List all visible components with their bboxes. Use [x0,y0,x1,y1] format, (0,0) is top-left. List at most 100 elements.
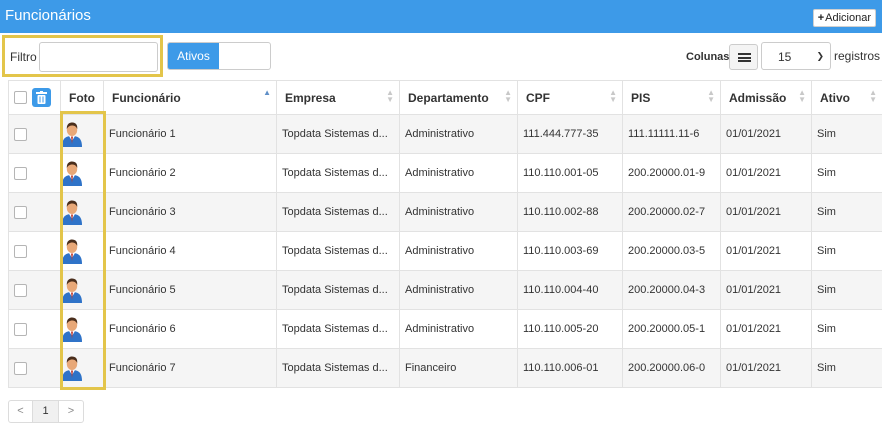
row-select-cell [8,192,61,232]
table-row[interactable]: Funcionário 6 Topdata Sistemas d... Admini… [8,309,882,349]
sort-icon: ▲ ▼ [609,88,617,104]
cell-pis: 200.20000.01-9 [622,153,721,193]
cell-admissao: 01/01/2021 [720,192,812,232]
table-header-row: Foto Funcionário ▲ Empresa ▲ ▼ Departamento… [8,80,882,115]
photo-cell [60,309,104,349]
pagination-prev[interactable]: < [9,401,33,422]
columns-button[interactable] [729,44,758,70]
page-size-value: 15 [778,50,792,64]
table-row[interactable]: Funcionário 5 Topdata Sistemas d... Admini… [8,270,882,310]
status-toggle-active[interactable]: Ativos [168,43,219,69]
cell-departamento: Administrativo [399,153,518,193]
row-checkbox[interactable] [14,205,27,219]
cell-ativo: Sim [811,309,882,349]
cell-cpf: 110.110.004-40 [517,270,623,310]
cell-funcionario: Funcionário 6 [103,309,277,349]
column-label-empresa: Empresa [285,90,336,105]
filter-highlight: Filtro [2,35,163,77]
row-select-cell [8,153,61,193]
column-header-foto: Foto [60,80,104,115]
column-header-funcionario[interactable]: Funcionário ▲ [103,80,277,115]
photo-cell [60,153,104,193]
filter-label: Filtro [10,50,37,64]
select-all-header [8,80,61,115]
cell-funcionario: Funcionário 1 [103,114,277,154]
row-select-cell [8,114,61,154]
table-row[interactable]: Funcionário 3 Topdata Sistemas d... Admini… [8,192,882,232]
status-toggle[interactable]: Ativos [167,42,271,70]
plus-icon: + [817,12,825,24]
cell-ativo: Sim [811,231,882,271]
column-header-departamento[interactable]: Departamento ▲ ▼ [399,80,518,115]
table-row[interactable]: Funcionário 1 Topdata Sistemas d... Admini… [8,114,882,154]
pagination: < 1 > [8,400,84,423]
cell-admissao: 01/01/2021 [720,270,812,310]
row-select-cell [8,309,61,349]
filter-input[interactable] [39,42,158,72]
cell-cpf: 110.110.002-88 [517,192,623,232]
column-label-pis: PIS [631,90,651,105]
page-size-suffix: registros [834,49,881,63]
cell-cpf: 110.110.006-01 [517,348,623,388]
row-checkbox[interactable] [14,244,27,258]
cell-cpf: 110.110.005-20 [517,309,623,349]
row-select-cell [8,231,61,271]
cell-pis: 200.20000.06-0 [622,348,721,388]
page-size-select[interactable]: 15 ❯ [761,42,831,70]
row-checkbox[interactable] [14,166,27,180]
row-checkbox[interactable] [14,127,27,141]
row-checkbox[interactable] [14,361,27,375]
cell-admissao: 01/01/2021 [720,231,812,271]
employees-table: Foto Funcionário ▲ Empresa ▲ ▼ Departamento… [8,80,882,388]
page-title: Funcionários [5,7,91,24]
column-label-admissao: Admissão [729,90,787,105]
photo-cell [60,231,104,271]
table-row[interactable]: Funcionário 4 Topdata Sistemas d... Admini… [8,231,882,271]
pagination-next[interactable]: > [59,401,83,422]
delete-selected-button[interactable] [32,88,51,107]
column-header-cpf[interactable]: CPF ▲ ▼ [517,80,623,115]
column-header-admissao[interactable]: Admissão ▲ ▼ [720,80,812,115]
column-header-pis[interactable]: PIS ▲ ▼ [622,80,721,115]
user-avatar-icon [62,122,82,147]
column-label-ativo: Ativo [820,90,850,105]
row-checkbox[interactable] [14,283,27,297]
table-row[interactable]: Funcionário 2 Topdata Sistemas d... Admini… [8,153,882,193]
select-all-checkbox[interactable] [14,91,27,104]
column-label-funcionario: Funcionário [112,90,181,105]
cell-empresa: Topdata Sistemas d... [276,153,400,193]
photo-cell [60,192,104,232]
photo-cell [60,348,104,388]
row-checkbox[interactable] [14,322,27,336]
cell-departamento: Administrativo [399,192,518,232]
sort-icon: ▲ ▼ [386,88,394,104]
pagination-current-page[interactable]: 1 [33,401,59,422]
cell-departamento: Administrativo [399,114,518,154]
cell-cpf: 110.110.001-05 [517,153,623,193]
chevron-down-icon: ❯ [816,51,824,61]
list-icon [738,53,751,62]
columns-label: Colunas: [686,51,734,63]
cell-pis: 200.20000.04-3 [622,270,721,310]
cell-pis: 200.20000.02-7 [622,192,721,232]
cell-departamento: Administrativo [399,309,518,349]
column-label-cpf: CPF [526,90,550,105]
cell-pis: 111.11111.11-6 [622,114,721,154]
user-avatar-icon [62,200,82,225]
cell-ativo: Sim [811,114,882,154]
cell-ativo: Sim [811,348,882,388]
user-avatar-icon [62,317,82,342]
sort-icon: ▲ ▼ [869,88,877,104]
table-row[interactable]: Funcionário 7 Topdata Sistemas d... Financ… [8,348,882,388]
cell-empresa: Topdata Sistemas d... [276,114,400,154]
cell-pis: 200.20000.05-1 [622,309,721,349]
trash-icon [36,91,47,104]
cell-cpf: 111.444.777-35 [517,114,623,154]
row-select-cell [8,348,61,388]
photo-cell [60,270,104,310]
column-header-ativo[interactable]: Ativo ▲ ▼ [811,80,882,115]
add-button[interactable]: +Adicionar [812,9,876,27]
cell-departamento: Financeiro [399,348,518,388]
column-header-empresa[interactable]: Empresa ▲ ▼ [276,80,400,115]
cell-empresa: Topdata Sistemas d... [276,231,400,271]
